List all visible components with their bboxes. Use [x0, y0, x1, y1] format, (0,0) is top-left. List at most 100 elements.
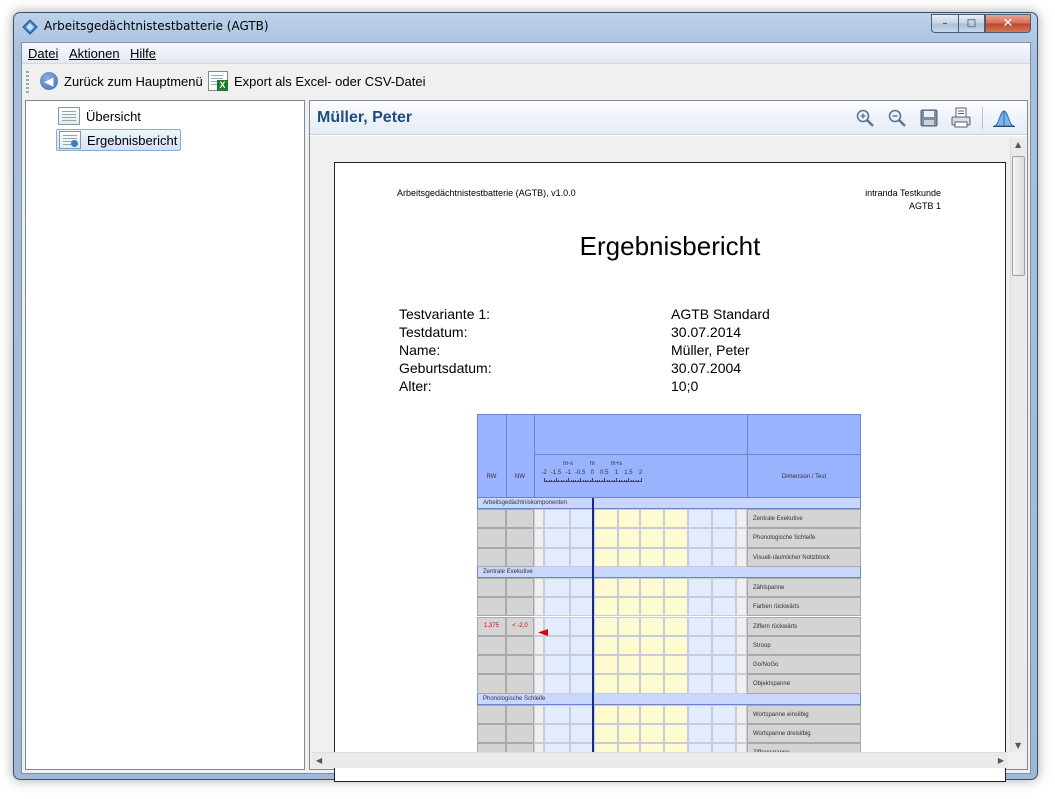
test-name: Farben rückwärts: [753, 604, 800, 611]
vertical-scrollbar[interactable]: ▲ ▼: [1010, 138, 1026, 752]
minimize-icon: –: [942, 18, 948, 29]
scale-label: m-s: [563, 461, 574, 467]
vertical-scroll-thumb[interactable]: [1012, 156, 1025, 276]
scale-tick: [609, 480, 611, 482]
scale-cell: [688, 635, 712, 656]
test-name: Wortspanne einsilbig: [753, 711, 809, 718]
scale-tick: [572, 480, 574, 482]
info-value: 10;0: [671, 378, 699, 394]
scroll-left-icon[interactable]: ◀: [316, 756, 322, 765]
scale-label: 2: [638, 470, 643, 476]
scroll-up-icon[interactable]: ▲: [1015, 140, 1021, 149]
scroll-down-icon[interactable]: ▼: [1015, 741, 1021, 750]
back-to-main-button[interactable]: ◀ Zurück zum Hauptmenü: [40, 70, 203, 92]
menu-aktionen[interactable]: Aktionen: [69, 46, 120, 61]
test-name: Zentrale Exekutive: [753, 516, 803, 522]
scale-cell: [594, 547, 618, 567]
scale-cell: [736, 704, 747, 724]
scale-cell: [594, 528, 618, 548]
maximize-button[interactable]: □: [958, 14, 985, 33]
col-header-label: Dimension / Test: [781, 474, 827, 480]
scale-cell: [688, 509, 712, 529]
test-name: Go/NoGo: [753, 662, 779, 669]
scale-cell: [688, 577, 712, 598]
scale-cell: [534, 597, 544, 617]
scale-cell: [712, 509, 736, 529]
info-label: Name:: [399, 342, 441, 358]
tree-item-ergebnisbericht[interactable]: Ergebnisbericht: [56, 129, 182, 151]
test-name: Phonologische Schleife: [753, 535, 816, 542]
test-name: Zählspanne: [753, 584, 785, 591]
title-bar[interactable]: Arbeitsgedächtnistestbatterie (AGTB) – □…: [14, 13, 1037, 41]
dimension-cell: Visuell-räumlicher Notizblock: [747, 547, 861, 567]
scale-cell: [688, 655, 712, 675]
scale-top-label: m+s: [604, 461, 628, 469]
scale-cell: [594, 509, 618, 529]
scale-cell: [570, 528, 594, 548]
scale-cell: [594, 597, 618, 617]
scale-label: m: [589, 461, 595, 467]
info-row: Testvariante 1: AGTB Standard: [399, 306, 899, 324]
scale-cell: [712, 528, 736, 548]
test-name: Ziffern rückwärts: [753, 623, 798, 630]
scale-tick: [551, 480, 553, 482]
scale-tick: [621, 480, 623, 482]
scale-cell: [664, 616, 688, 636]
scale-cell: [736, 724, 747, 744]
section-row: Phonologische Schleife: [477, 693, 861, 705]
dimension-cell: Wortspanne dreisilbig: [747, 724, 861, 744]
scroll-right-icon[interactable]: ▶: [998, 756, 1004, 765]
rw-cell: [477, 635, 506, 656]
scale-cell: [688, 616, 712, 636]
scale-cell: [664, 655, 688, 675]
scale-cell: [640, 635, 664, 656]
tree-item-label: Übersicht: [86, 108, 141, 124]
scale-cell: [544, 547, 570, 567]
menu-hilfe[interactable]: Hilfe: [130, 46, 156, 61]
minimize-button[interactable]: –: [931, 14, 958, 33]
nw-cell: [506, 635, 534, 656]
scale-cell: [640, 509, 664, 529]
scale-tick: [635, 480, 637, 482]
tree-item-uebersicht[interactable]: Übersicht: [56, 105, 144, 127]
scale-cell: [534, 577, 544, 598]
toolbar-grip[interactable]: [26, 71, 29, 93]
zoom-in-icon[interactable]: [854, 107, 876, 129]
scale-cell: [664, 547, 688, 567]
print-icon[interactable]: [950, 107, 972, 129]
scale-tick: [587, 480, 589, 482]
navigation-tree: Übersicht Ergebnisbericht: [25, 100, 305, 770]
scale-tick: [604, 478, 606, 482]
scale-cell: [712, 724, 736, 744]
scale-cell: [618, 724, 640, 744]
rw-cell: [477, 655, 506, 675]
zoom-out-icon[interactable]: [886, 107, 908, 129]
menu-datei[interactable]: Datei: [28, 46, 58, 61]
scale-cell: [534, 704, 544, 724]
scale-cell: [544, 509, 570, 529]
info-row: Alter: 10;0: [399, 378, 899, 396]
close-button[interactable]: ✕: [985, 14, 1031, 33]
col-header-dimension: Dimension / Test: [747, 474, 861, 488]
scale-cell: [712, 674, 736, 694]
info-row: Geburtsdatum: 30.07.2004: [399, 360, 899, 378]
save-icon[interactable]: [918, 107, 940, 129]
scale-cell: [534, 674, 544, 694]
scale-tick: [630, 480, 632, 482]
scale-cell: [544, 528, 570, 548]
col-header-nw: NW: [506, 474, 534, 488]
distribution-icon[interactable]: [993, 107, 1015, 129]
scale-tick: [611, 480, 613, 482]
horizontal-scrollbar[interactable]: ◀ ▶: [312, 752, 1008, 768]
scale-cell: [688, 597, 712, 617]
scale-cell: [664, 597, 688, 617]
scale-cell: [618, 655, 640, 675]
app-icon: [22, 19, 38, 35]
test-name: Stroop: [753, 642, 771, 649]
report-icon: [59, 131, 81, 149]
scale-cell: [712, 655, 736, 675]
export-excel-button[interactable]: Export als Excel- oder CSV-Datei: [208, 70, 425, 92]
scale-cell: [712, 635, 736, 656]
scale-top-label: m-s: [556, 461, 580, 469]
scale-cell: [640, 597, 664, 617]
